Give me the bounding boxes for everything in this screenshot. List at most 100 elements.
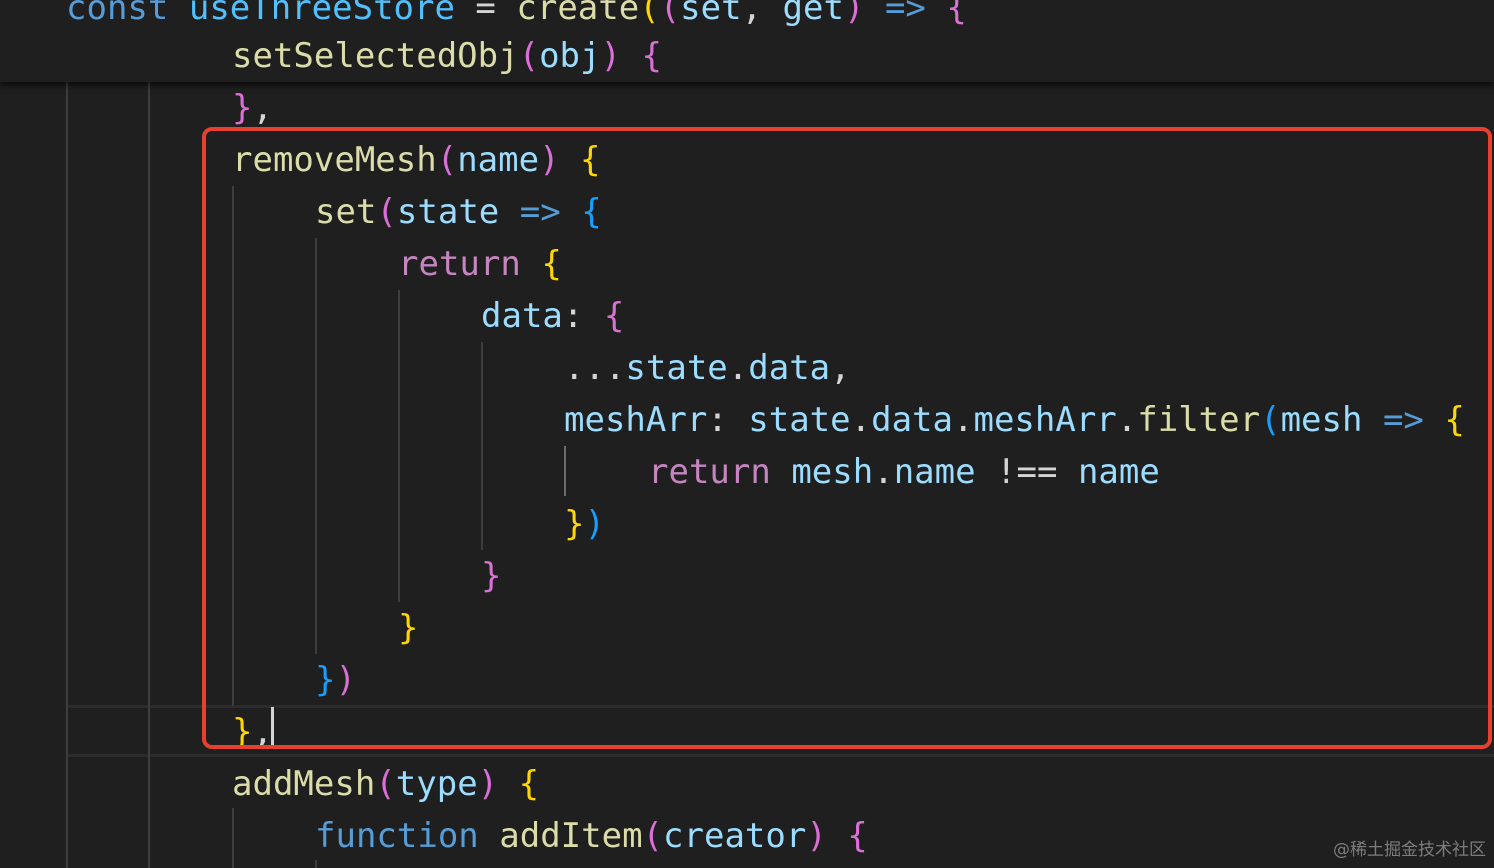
token: :: [562, 296, 604, 336]
token: .: [850, 400, 872, 440]
token: function: [315, 816, 479, 856]
token: state: [396, 192, 500, 232]
token: addItem: [499, 816, 643, 856]
token: {: [580, 140, 601, 180]
token: data: [871, 400, 953, 440]
token: !==: [975, 452, 1078, 492]
code-line: addMesh(type) {: [232, 758, 539, 810]
token: }: [232, 88, 253, 128]
watermark-text: @稀土掘金技术社区: [1333, 840, 1486, 860]
code-line: function addItem(creator) {: [315, 810, 868, 862]
token: {: [847, 816, 868, 856]
token: ): [806, 816, 827, 856]
code-line: data: {: [481, 290, 624, 342]
indent-guide: [232, 808, 234, 868]
token: }: [398, 608, 419, 648]
token: state: [625, 348, 728, 388]
indent-guide: [148, 82, 150, 868]
token: .: [727, 348, 749, 388]
sticky-scroll-header[interactable]: const useThreeStore = create((set, get) …: [0, 0, 1494, 82]
token: mesh: [1280, 400, 1363, 440]
token: addMesh: [232, 764, 376, 804]
token: (: [375, 764, 396, 804]
token: name: [893, 452, 976, 492]
token: }: [315, 660, 336, 700]
token: .: [873, 452, 894, 492]
token: =>: [1382, 400, 1424, 440]
token: set: [315, 192, 377, 232]
token: ): [600, 36, 621, 76]
code-line: },: [232, 706, 273, 758]
token: {: [641, 36, 662, 76]
token: ,: [252, 712, 273, 752]
token: =>: [519, 192, 561, 232]
code-line: meshArr: state.data.meshArr.filter(mesh …: [564, 394, 1465, 446]
token: type: [395, 764, 478, 804]
token: get: [782, 0, 844, 28]
token: {: [603, 296, 625, 336]
token: ): [843, 0, 865, 28]
token: data: [481, 296, 563, 336]
token: ,: [252, 88, 273, 128]
token: {: [1444, 400, 1465, 440]
token: ): [539, 140, 560, 180]
token: ,: [741, 0, 783, 28]
token: }: [564, 504, 585, 544]
token: return: [398, 244, 521, 284]
code-line: set(state => {: [315, 186, 602, 238]
code-line: setSelectedObj(obj) {: [232, 30, 662, 82]
token: (: [436, 140, 458, 180]
token: useThreeStore: [188, 0, 455, 28]
token: const: [66, 0, 169, 28]
code-line: removeMesh(name) {: [232, 134, 601, 186]
token: ,: [830, 348, 851, 388]
token: setSelectedObj: [232, 36, 519, 76]
code-line: return {: [398, 238, 562, 290]
code-line: return mesh.name !== name: [648, 446, 1160, 498]
token: state: [748, 400, 851, 440]
token: return: [648, 452, 771, 492]
token: :: [707, 400, 749, 440]
token: {: [581, 192, 602, 232]
token: filter: [1137, 400, 1261, 440]
token: =>: [884, 0, 926, 28]
token: ): [477, 764, 499, 804]
code-line: },: [232, 82, 273, 134]
current-line-highlight: [66, 705, 1494, 757]
indent-guide-active: [564, 446, 566, 496]
token: {: [518, 764, 540, 804]
token: .: [1116, 400, 1138, 440]
token: (: [659, 0, 681, 28]
indent-guide: [232, 186, 234, 706]
token: name: [1077, 452, 1160, 492]
token: ): [335, 660, 356, 700]
code-line: }): [315, 654, 356, 706]
code-line: ...state.data,: [564, 342, 851, 394]
indent-guide: [66, 82, 68, 868]
token: .: [952, 400, 974, 440]
token: data: [748, 348, 831, 388]
token: obj: [539, 36, 601, 76]
token: removeMesh: [232, 140, 437, 180]
token: (: [518, 36, 540, 76]
token: meshArr: [973, 400, 1117, 440]
indent-guide: [315, 238, 317, 654]
token: (: [642, 816, 664, 856]
token: ...: [564, 348, 626, 388]
token: create: [516, 0, 640, 28]
indent-guide: [398, 290, 400, 602]
token: name: [457, 140, 540, 180]
token: }: [481, 556, 502, 596]
